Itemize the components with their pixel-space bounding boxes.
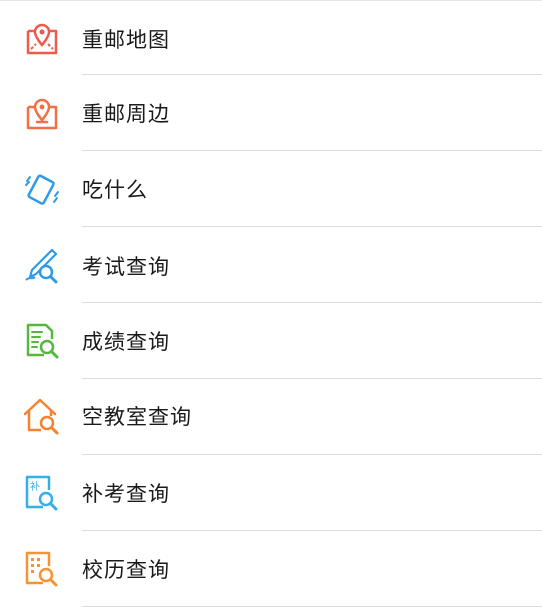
room-search-icon bbox=[22, 396, 62, 436]
makeup-search-icon: 补 bbox=[22, 473, 62, 513]
menu-item-label: 重邮周边 bbox=[82, 102, 170, 126]
svg-text:补: 补 bbox=[30, 480, 40, 493]
nearby-pin-icon bbox=[22, 93, 62, 133]
shake-phone-icon bbox=[22, 169, 62, 209]
menu-item-nearby[interactable]: 重邮周边 bbox=[0, 75, 542, 151]
menu-item-exam-query[interactable]: 考试查询 bbox=[0, 228, 542, 304]
map-pin-icon bbox=[22, 19, 62, 59]
menu-item-label: 吃什么 bbox=[82, 178, 148, 202]
menu-item-calendar-query[interactable]: 校历查询 bbox=[0, 531, 542, 607]
menu-item-score-query[interactable]: 成绩查询 bbox=[0, 303, 542, 379]
menu-item-empty-room-query[interactable]: 空教室查询 bbox=[0, 378, 542, 454]
pen-search-icon bbox=[22, 246, 62, 286]
feature-menu-list: 重邮地图 重邮周边 吃什么 考试查询 成绩查询 空教室查询 补 补考查询 校历查… bbox=[0, 0, 542, 607]
menu-item-label: 考试查询 bbox=[82, 255, 170, 279]
menu-item-label: 空教室查询 bbox=[82, 405, 192, 429]
menu-item-what-to-eat[interactable]: 吃什么 bbox=[0, 151, 542, 227]
menu-item-label: 校历查询 bbox=[82, 558, 170, 582]
menu-item-label: 补考查询 bbox=[82, 482, 170, 506]
menu-item-label: 重邮地图 bbox=[82, 28, 170, 52]
score-search-icon bbox=[22, 321, 62, 361]
divider bbox=[82, 226, 542, 227]
menu-item-label: 成绩查询 bbox=[82, 330, 170, 354]
menu-item-makeup-exam-query[interactable]: 补 补考查询 bbox=[0, 455, 542, 531]
menu-item-map[interactable]: 重邮地图 bbox=[0, 1, 542, 77]
calendar-search-icon bbox=[22, 549, 62, 589]
